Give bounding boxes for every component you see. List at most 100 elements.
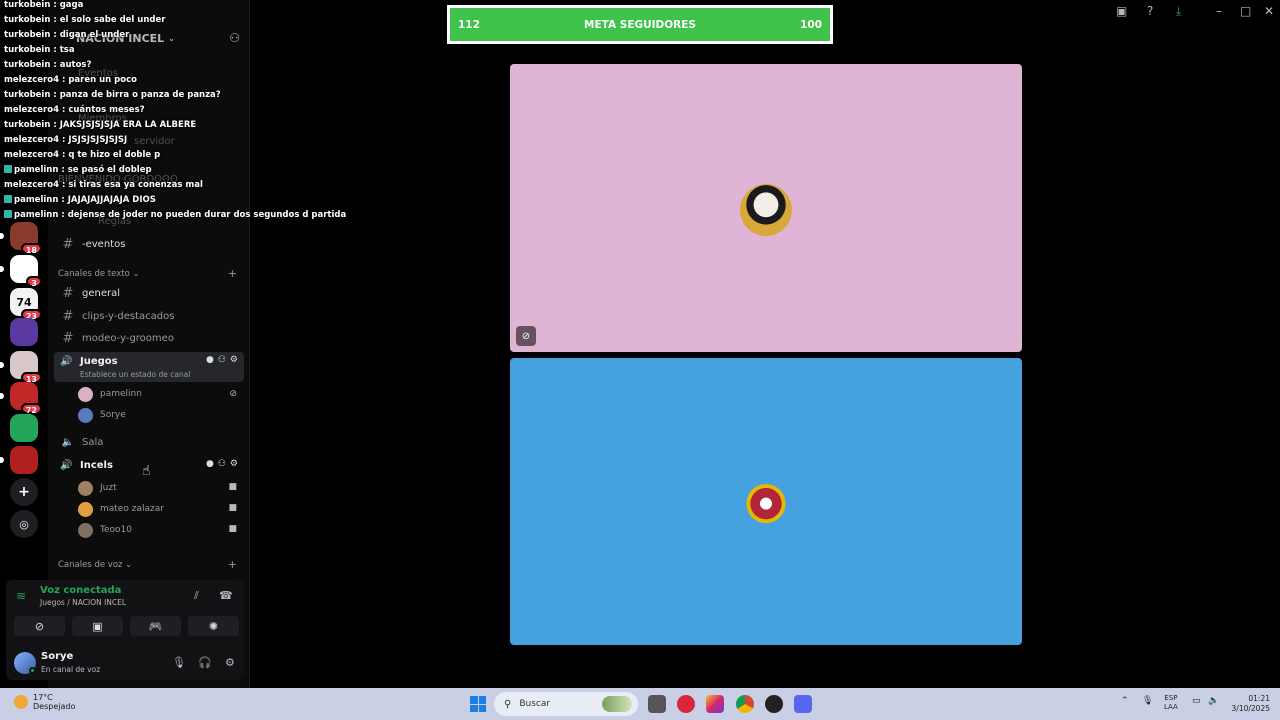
microphone-icon[interactable]: 🎙 bbox=[172, 656, 186, 669]
username[interactable]: Sorye bbox=[41, 651, 73, 662]
channel-general[interactable]: # general bbox=[54, 283, 244, 303]
windows-start-icon[interactable] bbox=[470, 696, 486, 712]
channel-status[interactable]: Establece un estado de canal bbox=[60, 370, 244, 381]
chat-username: melezcero4 bbox=[4, 75, 59, 85]
weather-widget[interactable]: 17°C Despejado bbox=[14, 693, 75, 711]
chrome-icon[interactable] bbox=[736, 695, 754, 713]
task-view-icon[interactable] bbox=[648, 695, 666, 713]
speaker-icon: 🔈 bbox=[61, 436, 75, 448]
voice-status[interactable]: Voz conectada bbox=[40, 585, 121, 596]
server-icon[interactable]: 3 bbox=[0, 255, 42, 288]
invite-icon[interactable]: ⚇ bbox=[218, 355, 226, 365]
channel-modeo[interactable]: # modeo-y-groomeo bbox=[54, 328, 244, 348]
weather-icon bbox=[14, 695, 28, 709]
camera-off-button[interactable]: ⊘ bbox=[14, 616, 65, 636]
obs-icon[interactable] bbox=[765, 695, 783, 713]
screen-share-button[interactable]: ▣ bbox=[72, 616, 123, 636]
chat-message: turkobein : panza de birra o panza de pa… bbox=[4, 90, 221, 100]
chat-username: turkobein bbox=[4, 30, 51, 40]
server-icon[interactable] bbox=[10, 318, 38, 346]
chat-username: pamelinn bbox=[14, 165, 59, 175]
server-icon[interactable] bbox=[10, 414, 38, 442]
user-panel: Sorye En canal de voz 🎙 🎧 ⚙ bbox=[14, 650, 240, 676]
speaker-icon: 🔊 bbox=[60, 355, 73, 367]
server-icon[interactable] bbox=[0, 446, 38, 474]
disconnect-icon[interactable]: ☎ bbox=[219, 589, 233, 602]
help-icon[interactable]: ? bbox=[1147, 4, 1153, 18]
channel-clips[interactable]: # clips-y-destacados bbox=[54, 306, 244, 326]
add-server-icon[interactable]: + bbox=[10, 478, 38, 506]
hash-icon: # bbox=[62, 236, 74, 252]
chevron-up-icon[interactable]: ⌃ bbox=[1121, 696, 1129, 706]
voice-category[interactable]: Canales de voz ⌄ bbox=[58, 560, 132, 570]
gear-icon[interactable]: ⚙ bbox=[225, 656, 235, 669]
discord-icon[interactable] bbox=[794, 695, 812, 713]
voice-channel-juegos[interactable]: 🔊 Juegos Establece un estado de canal ● ⚇ ⚙ bbox=[54, 352, 244, 382]
avatar bbox=[78, 480, 93, 496]
signal-icon[interactable]: ≋ bbox=[16, 589, 26, 603]
server-icon[interactable]: 13 bbox=[0, 351, 42, 384]
badge-icon bbox=[4, 195, 12, 203]
voice-location[interactable]: Juegos / NACION INCEL bbox=[40, 598, 126, 607]
chat-text: panza de birra o panza de panza? bbox=[59, 90, 221, 100]
text-category[interactable]: Canales de texto ⌄ bbox=[58, 269, 140, 279]
voice-member[interactable]: Juzt bbox=[78, 479, 117, 497]
avatar bbox=[78, 407, 93, 423]
invite-icon[interactable]: ⚇ bbox=[218, 459, 226, 469]
chat-username: pamelinn bbox=[14, 195, 59, 205]
chat-text: se pasó el doblep bbox=[67, 165, 152, 175]
chat-message: turkobein : el solo sabe del under bbox=[4, 15, 166, 25]
close-icon[interactable]: ✕ bbox=[1264, 4, 1274, 18]
voice-member[interactable]: Sorye bbox=[78, 406, 126, 424]
chat-message: turkobein : autos? bbox=[4, 60, 92, 70]
add-channel-icon[interactable]: + bbox=[228, 558, 237, 571]
activity-button[interactable]: 🎮 bbox=[130, 616, 181, 636]
chat-message: turkobein : gaga bbox=[4, 0, 84, 10]
maximize-icon[interactable]: □ bbox=[1240, 4, 1251, 18]
add-channel-icon[interactable]: + bbox=[228, 267, 237, 280]
badge-icon bbox=[4, 165, 12, 173]
chat-username: pamelinn bbox=[14, 210, 59, 220]
noise-suppression-icon[interactable]: ⫽ bbox=[194, 589, 199, 603]
chat-text: JAJAJAJJAJAJA DIOS bbox=[67, 195, 156, 205]
app-icon[interactable] bbox=[677, 695, 695, 713]
server-icon[interactable]: 72 bbox=[0, 382, 42, 415]
video-tile-pamelinn[interactable]: ⊘ bbox=[510, 64, 1022, 352]
clock[interactable]: 01:21 3/10/2025 bbox=[1226, 694, 1270, 714]
inbox-icon[interactable]: ▣ bbox=[1116, 4, 1127, 18]
discover-icon[interactable]: ◎ bbox=[10, 510, 38, 538]
gear-icon[interactable]: ⚙ bbox=[230, 459, 238, 469]
video-tile-sorye[interactable] bbox=[510, 358, 1022, 645]
instagram-icon[interactable] bbox=[706, 695, 724, 713]
network-icon[interactable]: ▭ bbox=[1192, 696, 1201, 706]
chat-text: digan el under bbox=[59, 30, 130, 40]
channel-eventos[interactable]: # -eventos bbox=[54, 234, 244, 254]
chat-username: turkobein bbox=[4, 15, 51, 25]
server-icon[interactable]: 74 23 bbox=[10, 288, 42, 321]
headphones-icon[interactable]: 🎧 bbox=[198, 656, 212, 669]
chevron-down-icon: ⌄ bbox=[168, 33, 175, 43]
voice-channel-sala[interactable]: 🔈 Sala bbox=[54, 432, 244, 452]
chat-icon[interactable]: ● bbox=[206, 355, 214, 365]
microphone-icon[interactable]: 🎙 bbox=[1142, 696, 1153, 706]
gear-icon[interactable]: ⚙ bbox=[230, 355, 238, 365]
chat-username: melezcero4 bbox=[4, 135, 59, 145]
soundboard-button[interactable]: ✺ bbox=[188, 616, 239, 636]
minimize-icon[interactable]: – bbox=[1216, 4, 1222, 18]
voice-member[interactable]: pamelinn bbox=[78, 385, 142, 403]
chat-text: JSJSJSJSJSJSJ bbox=[68, 135, 128, 145]
server-icon[interactable]: 18 bbox=[0, 222, 42, 255]
avatar bbox=[740, 184, 792, 236]
volume-icon[interactable]: 🔈 bbox=[1208, 696, 1219, 706]
taskbar-search[interactable]: ⚲ Buscar bbox=[494, 692, 638, 716]
chat-icon[interactable]: ● bbox=[206, 459, 214, 469]
chat-text: autos? bbox=[59, 60, 92, 70]
faded-server: servidor bbox=[134, 136, 175, 147]
add-user-icon[interactable]: ⚇ bbox=[229, 31, 240, 45]
download-icon[interactable]: ⤓ bbox=[1176, 4, 1181, 19]
voice-member[interactable]: Teoo10 bbox=[78, 521, 132, 539]
badge-icon bbox=[4, 210, 12, 218]
language-indicator[interactable]: ESP LAA bbox=[1164, 694, 1178, 712]
goal-target: 100 bbox=[800, 18, 822, 31]
voice-member[interactable]: mateo zalazar bbox=[78, 500, 164, 518]
